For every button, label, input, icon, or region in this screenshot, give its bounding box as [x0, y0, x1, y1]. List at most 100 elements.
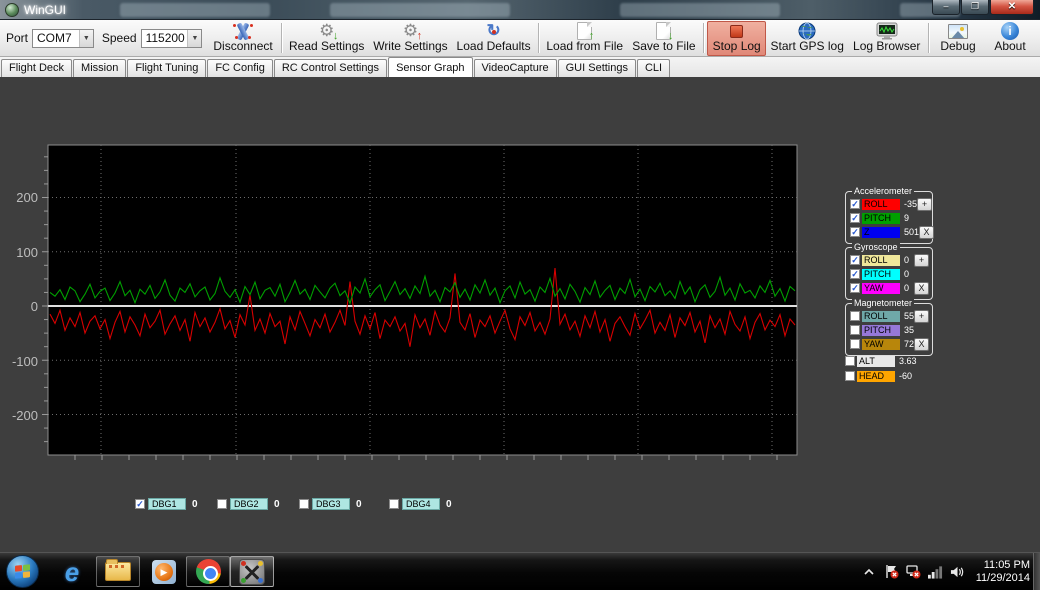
load-from-file-button[interactable]: ↑ Load from File: [542, 21, 627, 56]
checkbox[interactable]: [850, 325, 860, 335]
checkbox[interactable]: [299, 499, 309, 509]
scale-minus-button[interactable]: X: [914, 338, 929, 351]
tab-flight-deck[interactable]: Flight Deck: [1, 59, 72, 77]
start-button[interactable]: [6, 555, 39, 588]
y-axis-label: 0: [0, 299, 38, 313]
scale-plus-button[interactable]: +: [917, 198, 932, 211]
disconnect-icon: [232, 22, 254, 40]
log-monitor-icon: [876, 22, 898, 40]
dbg-label-chip: DBG4: [402, 498, 440, 510]
scale-minus-button[interactable]: X: [914, 282, 929, 295]
checkbox[interactable]: [845, 371, 855, 381]
stop-icon: [730, 25, 743, 38]
dbg-label-chip: DBG3: [312, 498, 350, 510]
series-color-chip: YAW: [862, 339, 900, 350]
tab-gui-settings[interactable]: GUI Settings: [558, 59, 636, 77]
checkbox[interactable]: [850, 213, 860, 223]
checkbox[interactable]: [850, 269, 860, 279]
checkbox[interactable]: [850, 283, 860, 293]
refresh-icon: ↻: [486, 22, 500, 40]
taskbar-wmp-button[interactable]: ▶: [142, 556, 186, 587]
sensor-row-acc-z: Z 501 X: [850, 225, 929, 239]
toolbar-separator: [281, 23, 282, 53]
stop-log-button[interactable]: Stop Log: [707, 21, 766, 56]
start-gps-log-button[interactable]: Start GPS log: [766, 21, 848, 56]
toolbar-separator: [538, 23, 539, 53]
sensor-value: -60: [899, 371, 933, 381]
write-settings-button[interactable]: ⚙ ↑ Write Settings: [369, 21, 452, 56]
disconnect-button[interactable]: Disconnect: [208, 21, 277, 56]
debug-button[interactable]: Debug: [932, 21, 984, 56]
about-button[interactable]: i About: [984, 21, 1036, 56]
volume-button[interactable]: [950, 564, 965, 579]
series-color-chip: HEAD: [857, 371, 895, 382]
scale-plus-button[interactable]: +: [914, 310, 929, 323]
taskbar-ie-button[interactable]: e: [50, 556, 94, 587]
port-select[interactable]: COM7 ▼: [32, 29, 94, 48]
sensor-value: 0: [904, 269, 929, 279]
checkbox[interactable]: [389, 499, 399, 509]
internet-explorer-icon: e: [65, 559, 79, 585]
save-to-file-button[interactable]: ↓ Save to File: [627, 21, 700, 56]
sensor-row-mag-pitch: PITCH 35: [850, 323, 929, 337]
y-axis-label: 200: [0, 190, 38, 204]
checkbox[interactable]: [850, 227, 860, 237]
load-defaults-button[interactable]: ↻ Load Defaults: [452, 21, 535, 56]
tab-rc-control-settings[interactable]: RC Control Settings: [274, 59, 387, 77]
tab-mission[interactable]: Mission: [73, 59, 126, 77]
device-status-button[interactable]: [906, 564, 921, 579]
hidden-icons-chevron[interactable]: [862, 564, 877, 579]
minimize-button[interactable]: –: [932, 0, 960, 15]
taskbar-chrome-button[interactable]: [186, 556, 230, 587]
toolbar-separator: [703, 23, 704, 53]
action-center-button[interactable]: [884, 564, 899, 579]
series-color-chip: PITCH: [862, 269, 900, 280]
arrow-down-icon: ↓: [333, 31, 339, 41]
monitor-error-icon: [906, 564, 921, 579]
checkbox[interactable]: [135, 499, 145, 509]
series-color-chip: PITCH: [862, 213, 900, 224]
checkbox[interactable]: [850, 311, 860, 321]
scale-minus-button[interactable]: X: [919, 226, 934, 239]
log-browser-button[interactable]: Log Browser: [848, 21, 925, 56]
window-title: WinGUI: [24, 3, 66, 17]
toolbar: Port COM7 ▼ Speed 115200 ▼ Disconnect ⚙ …: [0, 20, 1040, 57]
taskbar-explorer-button[interactable]: [96, 556, 140, 587]
sensor-row-gyro-yaw: YAW 0 X: [850, 281, 929, 295]
globe-icon: [798, 22, 816, 40]
chevron-down-icon: ▼: [187, 30, 201, 47]
sensor-value: 55: [904, 311, 914, 321]
maximize-button[interactable]: ❐: [961, 0, 989, 15]
tab-videocapture[interactable]: VideoCapture: [474, 59, 557, 77]
flag-icon: [884, 564, 899, 579]
taskbar-clock[interactable]: 11:05 PM 11/29/2014: [976, 559, 1030, 585]
media-player-icon: ▶: [152, 560, 176, 584]
sensor-value: 72: [904, 339, 914, 349]
sensor-value: 0: [904, 283, 914, 293]
tab-flight-tuning[interactable]: Flight Tuning: [127, 59, 206, 77]
group-title: Gyroscope: [852, 242, 900, 253]
checkbox[interactable]: [850, 339, 860, 349]
checkbox[interactable]: [850, 199, 860, 209]
speed-label: Speed: [102, 31, 137, 45]
close-button[interactable]: ✕: [990, 0, 1034, 15]
series-color-chip: YAW: [862, 283, 900, 294]
checkbox[interactable]: [850, 255, 860, 265]
speed-select[interactable]: 115200 ▼: [141, 29, 203, 48]
titlebar-glass-reflection: [330, 3, 510, 17]
checkbox[interactable]: [217, 499, 227, 509]
scale-plus-button[interactable]: +: [914, 254, 929, 267]
taskbar-wingui-button[interactable]: [230, 556, 274, 587]
tab-fc-config[interactable]: FC Config: [207, 59, 273, 77]
signal-bars-icon: [928, 565, 943, 579]
show-desktop-button[interactable]: [1033, 553, 1040, 590]
network-signal-button[interactable]: [928, 564, 943, 579]
tab-cli[interactable]: CLI: [637, 59, 670, 77]
titlebar: WinGUI – ❐ ✕: [0, 0, 1040, 20]
read-settings-button[interactable]: ⚙ ↓ Read Settings: [285, 21, 369, 56]
file-open-icon: ↑: [577, 22, 592, 40]
checkbox[interactable]: [845, 356, 855, 366]
toolbar-separator: [928, 23, 929, 53]
tab-sensor-graph[interactable]: Sensor Graph: [388, 57, 472, 77]
series-color-chip: PITCH: [862, 325, 900, 336]
